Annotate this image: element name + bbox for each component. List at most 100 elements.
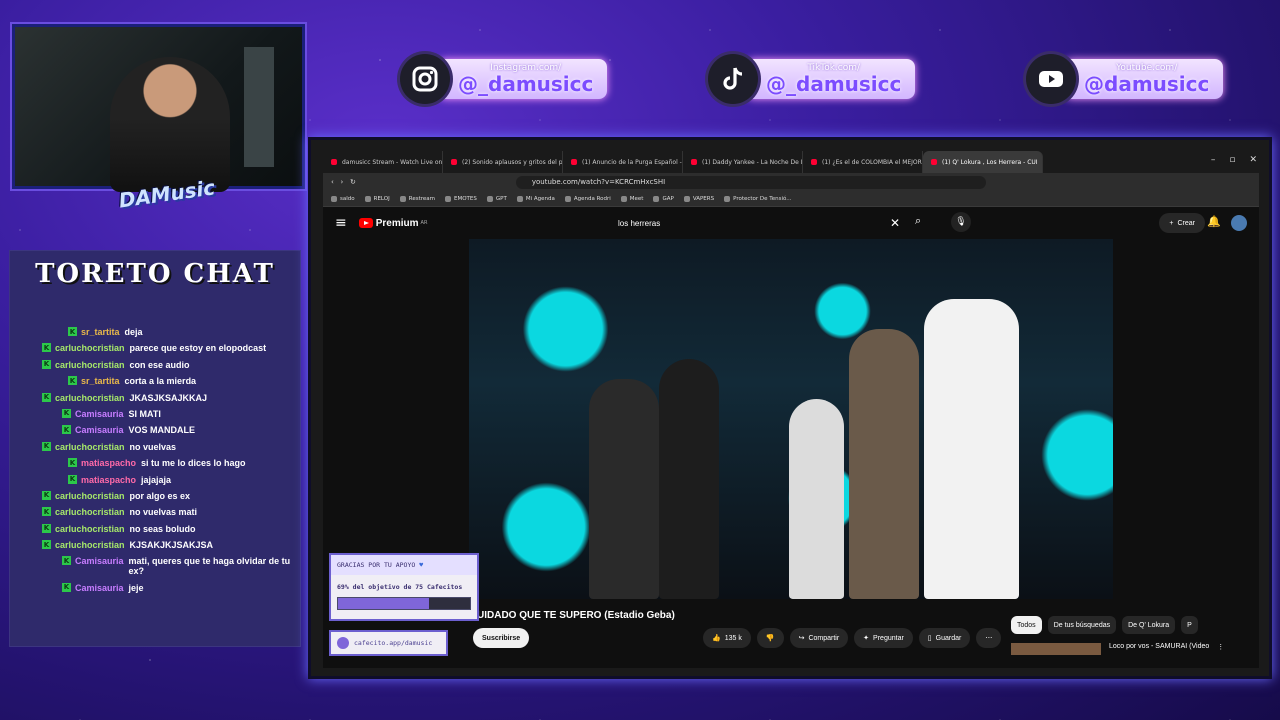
thumbs-down-icon: 👎 xyxy=(765,635,775,642)
kick-icon: K xyxy=(68,376,77,386)
chat-username: Camisauria xyxy=(75,582,124,593)
related-video[interactable]: Loco por vos - SAMURAI (Video ⋮ xyxy=(1011,643,1224,655)
avatar[interactable] xyxy=(1231,215,1247,231)
bookmark-favicon-icon xyxy=(683,195,690,202)
address-bar: ‹ › ↻ youtube.com/watch?v=KCRCmHxcSHI xyxy=(323,173,1259,191)
chat-title: TORETO CHAT xyxy=(35,259,275,289)
chat-text: jeje xyxy=(128,582,144,593)
filter-chip[interactable]: De tus búsquedas xyxy=(1047,616,1117,634)
filter-chip[interactable]: De Q' Lokura xyxy=(1122,616,1176,634)
chat-panel: TORETO CHAT Ksr_tartita deja Kcarluchocris… xyxy=(9,250,301,647)
share-label: Compartir xyxy=(808,634,840,642)
ask-button[interactable]: ✦ Preguntar xyxy=(854,628,913,648)
donation-progress-bar xyxy=(337,597,471,610)
chat-text: con ese audio xyxy=(129,359,190,370)
chat-text: KJSAKJKJSAKJSA xyxy=(129,540,214,551)
bookmark-item[interactable]: Meet xyxy=(620,195,644,202)
chat-message: Kcarluchocristian no seas boludo xyxy=(10,523,300,534)
search-icon[interactable]: ⌕ xyxy=(915,214,921,228)
create-button[interactable]: + Crear xyxy=(1159,213,1205,233)
bookmark-label: Restream xyxy=(408,195,435,202)
donation-header: GRACIAS POR TU APOYO ♥ xyxy=(331,555,477,575)
more-button[interactable]: ⋯ xyxy=(976,628,1002,648)
reload-icon[interactable]: ↻ xyxy=(350,178,356,186)
channel-logo: DAMusic xyxy=(117,175,217,213)
chat-username: matiaspacho xyxy=(81,458,137,469)
chat-text: no vuelvas xyxy=(129,441,177,452)
like-button[interactable]: 👍 135 k xyxy=(703,628,751,648)
bookmark-item[interactable]: Agenda Rodri xyxy=(564,195,611,202)
mic-icon[interactable]: 🎙 xyxy=(951,212,971,232)
browser-tab[interactable]: damusicc Stream - Watch Live on xyxy=(323,151,443,173)
search-value: los herreras xyxy=(618,218,661,228)
tab-label: (1) Q' Lokura , Los Herrera - CUI xyxy=(942,158,1038,166)
chat-messages: Ksr_tartita deja Kcarluchocristian parece q… xyxy=(10,327,300,599)
instagram-badge: Instagram.com/@_damusicc xyxy=(400,54,608,104)
browser-tab[interactable]: (1) Daddy Yankee - La Noche De Los xyxy=(683,151,803,173)
singer-figure xyxy=(659,359,719,599)
bookmark-item[interactable]: GPT xyxy=(486,195,507,202)
instagram-icon xyxy=(400,54,450,104)
cafecito-url: cafecito.app/damusic xyxy=(354,639,433,647)
bookmark-item[interactable]: Mi Agenda xyxy=(516,195,555,202)
filter-chip[interactable]: Todos xyxy=(1011,616,1042,634)
chat-username: Camisauria xyxy=(75,408,124,419)
kick-icon: K xyxy=(42,540,51,550)
video-actions: 👍 135 k 👎 ↪ Compartir ✦ Preguntar ▯ Guardar … xyxy=(703,628,1002,648)
notifications-icon[interactable]: 🔔 xyxy=(1207,215,1221,228)
back-icon[interactable]: ‹ xyxy=(331,178,334,186)
chat-username: carluchocristian xyxy=(55,441,125,452)
subscribe-button[interactable]: Suscribirse xyxy=(473,628,530,648)
browser-tab[interactable]: (2) Sonido aplausos y gritos del publ xyxy=(443,151,563,173)
bookmark-label: RELOJ xyxy=(373,195,390,202)
bookmark-item[interactable]: VAPERS xyxy=(683,195,714,202)
bookmark-item[interactable]: Protector De Tensió... xyxy=(724,195,791,202)
browser-tab[interactable]: (1) ¿Es el de COLOMBIA el MEJOR H xyxy=(803,151,923,173)
chat-text: no seas boludo xyxy=(129,523,196,534)
browser-tab[interactable]: (1) Q' Lokura , Los Herrera - CUI xyxy=(923,151,1043,173)
tab-label: (1) Daddy Yankee - La Noche De Los xyxy=(702,158,803,166)
dislike-button[interactable]: 👎 xyxy=(756,628,784,648)
bookmark-favicon-icon xyxy=(653,195,660,202)
donation-goal: GRACIAS POR TU APOYO ♥ 69% del objetivo d… xyxy=(329,553,479,621)
bookmark-item[interactable]: Restream xyxy=(399,195,435,202)
chat-text: SI MATI xyxy=(128,408,161,419)
maximize-icon[interactable]: ▫ xyxy=(1229,155,1235,165)
chat-message: K Camisauria mati, queres que te haga olvi… xyxy=(10,556,300,576)
youtube-logo[interactable]: Premium AR xyxy=(358,218,427,229)
forward-icon[interactable]: › xyxy=(341,178,344,186)
url-field[interactable]: youtube.com/watch?v=KCRCmHxcSHI xyxy=(515,175,986,189)
chat-message: K Camisauria VOS MANDALE xyxy=(10,425,300,435)
plus-icon: + xyxy=(1169,219,1174,227)
share-icon: ↪ xyxy=(798,635,805,642)
youtube-handle: @damusicc xyxy=(1084,72,1210,96)
streamer xyxy=(110,57,230,192)
webcam-feed xyxy=(12,24,305,192)
bookmark-label: GPT xyxy=(495,195,507,202)
filter-chip[interactable]: P xyxy=(1181,616,1198,634)
chat-text: no vuelvas mati xyxy=(129,507,198,518)
save-button[interactable]: ▯ Guardar xyxy=(918,628,971,648)
browser-tab[interactable]: (1) Anuncio de la Purga Español - Yo xyxy=(563,151,683,173)
chat-username: carluchocristian xyxy=(55,359,125,370)
minimize-icon[interactable]: – xyxy=(1211,155,1216,165)
kick-icon: K xyxy=(42,392,51,402)
menu-icon[interactable]: ≡ xyxy=(335,215,347,231)
bookmark-item[interactable]: RELOJ xyxy=(364,195,390,202)
tiktok-icon xyxy=(708,54,758,104)
bookmark-item[interactable]: GAP xyxy=(653,195,674,202)
chat-message: K Camisauria jeje xyxy=(10,582,300,593)
share-button[interactable]: ↪ Compartir xyxy=(789,628,849,648)
close-icon[interactable]: ✕ xyxy=(1249,155,1257,165)
chat-text: deja xyxy=(124,327,143,337)
related-more-icon[interactable]: ⋮ xyxy=(1217,643,1224,655)
kick-icon: K xyxy=(62,408,71,418)
clear-search-icon[interactable]: ✕ xyxy=(890,216,900,230)
kick-icon: K xyxy=(42,343,51,353)
search-input[interactable]: los herreras ✕ xyxy=(618,214,900,232)
bookmark-item[interactable]: EMOTES xyxy=(444,195,477,202)
bookmark-item[interactable]: saldo xyxy=(331,195,355,202)
video-player[interactable] xyxy=(469,239,1113,599)
chat-message: Kcarluchocristian parece que estoy en elo… xyxy=(10,343,300,353)
bookmark-label: Meet xyxy=(629,195,644,202)
